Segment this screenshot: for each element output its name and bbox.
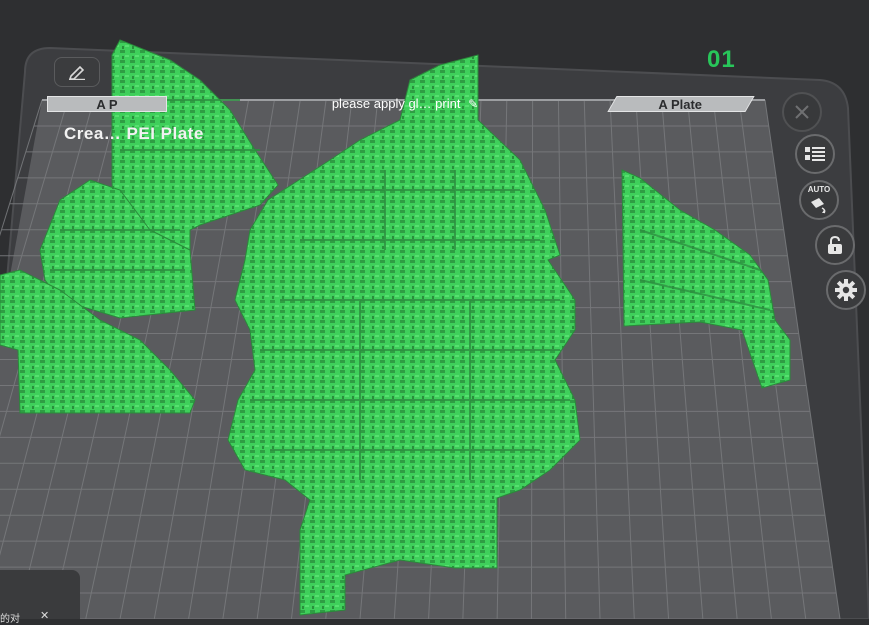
gear-icon — [835, 279, 857, 301]
auto-orient-icon — [811, 198, 826, 214]
settings-button[interactable] — [826, 270, 866, 310]
lock-icon — [828, 235, 842, 254]
lock-button[interactable] — [815, 225, 855, 265]
pencil-icon: ✎ — [468, 97, 479, 111]
toast-text: 的对 — [0, 614, 20, 625]
toast-close-button[interactable]: ✕ — [40, 609, 49, 622]
close-icon — [795, 105, 809, 119]
plate-tab-left[interactable]: A P — [47, 96, 167, 112]
auto-orient-button[interactable]: AUTO — [799, 180, 839, 220]
notification-toast: 的对 ✕ — [0, 570, 80, 625]
auto-label: AUTO — [807, 185, 831, 194]
plate-notice: please apply gl… print ✎ — [255, 95, 555, 113]
plate-notice-text: please apply gl… print — [331, 96, 461, 111]
3d-viewport[interactable] — [0, 0, 869, 619]
pencil-icon — [68, 65, 85, 80]
plate-name: Crea… PEI Plate — [64, 124, 204, 143]
edit-plate-button[interactable] — [54, 57, 100, 87]
close-button[interactable] — [782, 92, 822, 132]
object-list-button[interactable] — [795, 134, 835, 174]
plate-tab-right[interactable]: A Plate — [607, 96, 755, 112]
plate-number: 01 — [707, 46, 736, 73]
list-icon — [805, 147, 825, 161]
plate-tab-right-label: A Plate — [658, 97, 703, 112]
